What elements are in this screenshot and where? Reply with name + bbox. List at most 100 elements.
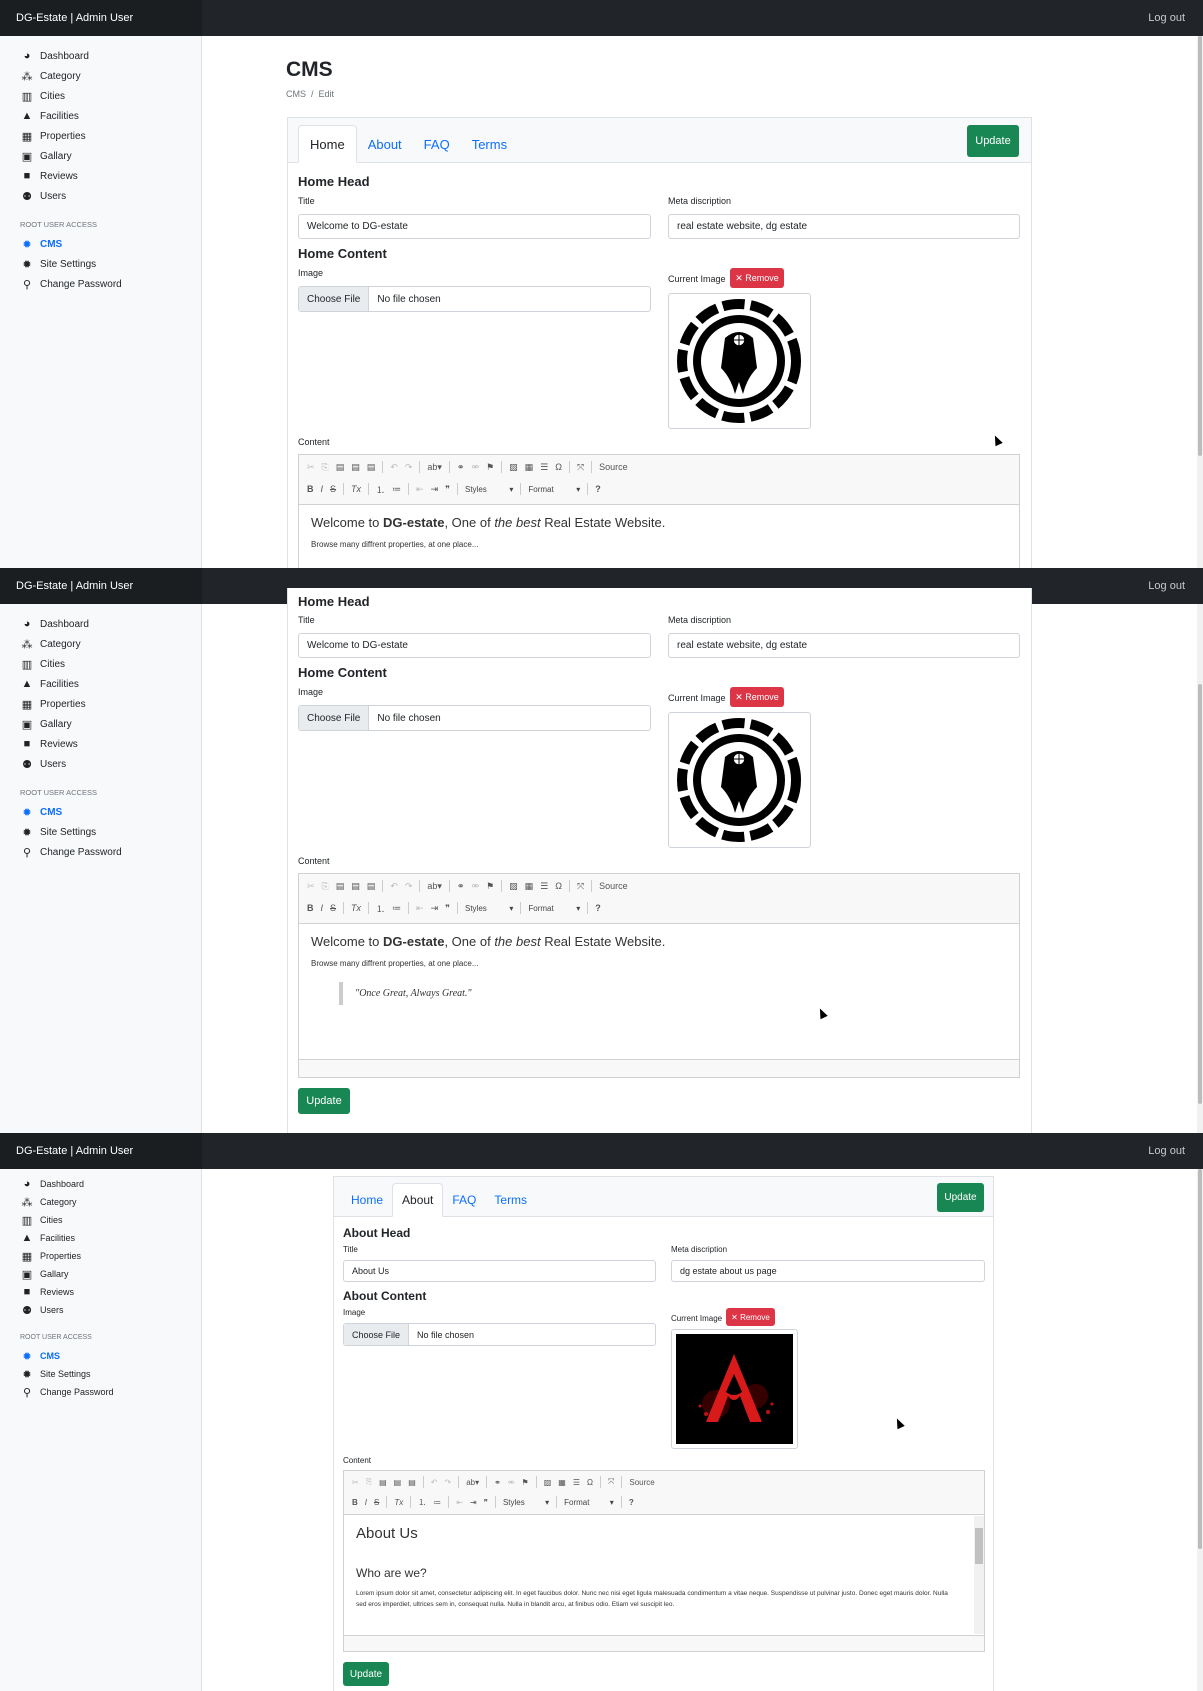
tab-home[interactable]: Home [298, 125, 357, 163]
indent-icon[interactable]: ⇥ [431, 484, 439, 495]
redo-icon[interactable]: ↷ [405, 881, 413, 892]
editor-content[interactable]: Welcome to DG-estate, One of the best Re… [311, 515, 1007, 549]
brand[interactable]: DG-Estate | Admin User [0, 0, 202, 36]
anchor-flag-icon[interactable]: ⚑ [486, 462, 494, 473]
paste-icon[interactable]: ▤ [379, 1478, 387, 1487]
sidebar-item-category[interactable]: ⁂ Category [0, 66, 201, 86]
paste-word-icon[interactable]: ▤ [367, 881, 376, 892]
meta-input[interactable]: real estate website, dg estate [668, 633, 1020, 658]
sidebar-item-cities[interactable]: ▥ Cities [0, 1211, 201, 1229]
spellcheck-icon[interactable]: ab▾ [466, 1478, 479, 1487]
anchor-flag-icon[interactable]: ⚑ [522, 1478, 529, 1487]
remove-image-button[interactable]: ✕ Remove [730, 268, 784, 288]
paste-icon[interactable]: ▤ [336, 881, 345, 892]
italic-icon[interactable]: I [321, 903, 324, 913]
logout-link[interactable]: Log out [1148, 0, 1185, 36]
tab-faq[interactable]: FAQ [413, 125, 461, 163]
sidebar-item-cms[interactable]: ✹ CMS [0, 1347, 201, 1365]
content-editor[interactable]: ✂ ⎘ ▤ ▤ ▤ ↶ ↷ ab▾ ⚭ ⚮ ⚑ ▨ ▦ ☰ Ω ⤧ Source BIS Tx ⒈ ≔… [298, 454, 1020, 568]
title-input[interactable]: About Us [343, 1260, 656, 1282]
redo-icon[interactable]: ↷ [445, 1478, 452, 1487]
spellcheck-icon[interactable]: ab▾ [427, 881, 442, 892]
unlink-icon[interactable]: ⚮ [471, 462, 479, 473]
image-file-input[interactable]: Choose File No file chosen [298, 705, 651, 731]
sidebar-item-facilities[interactable]: ▲ Facilities [0, 1229, 201, 1247]
update-button[interactable]: Update [967, 125, 1019, 157]
special-char-icon[interactable]: Ω [587, 1478, 593, 1487]
sidebar-item-site-settings[interactable]: ✹ Site Settings [0, 1365, 201, 1383]
blockquote-icon[interactable]: ❞ [445, 903, 450, 914]
bulleted-list-icon[interactable]: ≔ [433, 1498, 441, 1507]
special-char-icon[interactable]: Ω [555, 462, 562, 472]
sidebar-item-users[interactable]: ⚉ Users [0, 186, 201, 206]
sidebar-item-category[interactable]: ⁂ Category [0, 1193, 201, 1211]
anchor-flag-icon[interactable]: ⚑ [486, 881, 494, 892]
image-file-input[interactable]: Choose File No file chosen [343, 1323, 656, 1346]
undo-icon[interactable]: ↶ [390, 462, 398, 473]
help-button[interactable]: ? [629, 1498, 634, 1507]
editor-scrollbar[interactable] [974, 1516, 984, 1634]
cut-icon[interactable]: ✂ [352, 1478, 359, 1487]
update-button[interactable]: Update [937, 1183, 984, 1212]
sidebar-item-site-settings[interactable]: ✹ Site Settings [0, 822, 201, 842]
strike-icon[interactable]: S [330, 903, 336, 913]
remove-format-icon[interactable]: Tx [394, 1498, 403, 1507]
format-dropdown[interactable]: Format ▾ [528, 904, 580, 913]
redo-icon[interactable]: ↷ [405, 462, 413, 473]
bold-icon[interactable]: B [352, 1498, 358, 1507]
sidebar-item-properties[interactable]: ▦ Properties [0, 694, 201, 714]
meta-input[interactable]: dg estate about us page [671, 1260, 985, 1282]
editor-content[interactable]: About Us Who are we? Lorem ipsum dolor s… [356, 1525, 960, 1610]
indent-icon[interactable]: ⇥ [431, 903, 439, 914]
strike-icon[interactable]: S [330, 484, 336, 494]
sidebar-item-dashboard[interactable]: ◕ Dashboard [0, 614, 201, 634]
page-scrollbar[interactable] [1197, 1169, 1203, 1691]
sidebar-item-category[interactable]: ⁂ Category [0, 634, 201, 654]
table-icon[interactable]: ▦ [525, 462, 534, 473]
remove-image-button[interactable]: ✕ Remove [730, 687, 784, 707]
table-icon[interactable]: ▦ [525, 881, 534, 892]
meta-input[interactable]: real estate website, dg estate [668, 214, 1020, 239]
bulleted-list-icon[interactable]: ≔ [392, 903, 401, 914]
sidebar-item-facilities[interactable]: ▲ Facilities [0, 106, 201, 126]
sidebar-item-reviews[interactable]: ■ Reviews [0, 1283, 201, 1301]
sidebar-item-facilities[interactable]: ▲ Facilities [0, 674, 201, 694]
sidebar-item-cities[interactable]: ▥ Cities [0, 86, 201, 106]
undo-icon[interactable]: ↶ [390, 881, 398, 892]
tab-home[interactable]: Home [342, 1183, 392, 1217]
choose-file-button[interactable]: Choose File [299, 287, 370, 311]
sidebar-item-change-password[interactable]: ⚲ Change Password [0, 1383, 201, 1401]
styles-dropdown[interactable]: Styles ▾ [503, 1498, 549, 1507]
horizontal-line-icon[interactable]: ☰ [573, 1478, 580, 1487]
tab-about[interactable]: About [392, 1183, 444, 1217]
editor-content[interactable]: Welcome to DG-estate, One of the best Re… [311, 934, 1007, 1005]
blockquote-icon[interactable]: ❞ [445, 484, 450, 495]
tab-faq[interactable]: FAQ [443, 1183, 485, 1217]
link-icon[interactable]: ⚭ [457, 462, 465, 473]
logout-link[interactable]: Log out [1148, 568, 1185, 604]
tab-about[interactable]: About [357, 125, 413, 163]
update-button-bottom[interactable]: Update [298, 1088, 350, 1114]
copy-icon[interactable]: ⎘ [322, 881, 329, 892]
table-icon[interactable]: ▦ [558, 1478, 566, 1487]
bulleted-list-icon[interactable]: ≔ [392, 484, 401, 495]
paste-icon[interactable]: ▤ [336, 462, 345, 473]
paste-text-icon[interactable]: ▤ [394, 1478, 402, 1487]
bold-icon[interactable]: B [307, 484, 314, 494]
sidebar-item-cms[interactable]: ✹ CMS [0, 234, 201, 254]
link-icon[interactable]: ⚭ [494, 1478, 501, 1487]
page-scrollbar[interactable] [1197, 604, 1203, 1133]
format-dropdown[interactable]: Format ▾ [564, 1498, 614, 1507]
undo-icon[interactable]: ↶ [431, 1478, 438, 1487]
title-input[interactable]: Welcome to DG-estate [298, 214, 651, 239]
special-char-icon[interactable]: Ω [555, 881, 562, 891]
link-icon[interactable]: ⚭ [457, 881, 465, 892]
tab-terms[interactable]: Terms [485, 1183, 536, 1217]
italic-icon[interactable]: I [321, 484, 324, 494]
cut-icon[interactable]: ✂ [307, 881, 315, 892]
remove-format-icon[interactable]: Tx [351, 903, 361, 913]
sidebar-item-users[interactable]: ⚉ Users [0, 754, 201, 774]
italic-icon[interactable]: I [365, 1498, 367, 1507]
paste-text-icon[interactable]: ▤ [351, 881, 360, 892]
strike-icon[interactable]: S [374, 1498, 379, 1507]
